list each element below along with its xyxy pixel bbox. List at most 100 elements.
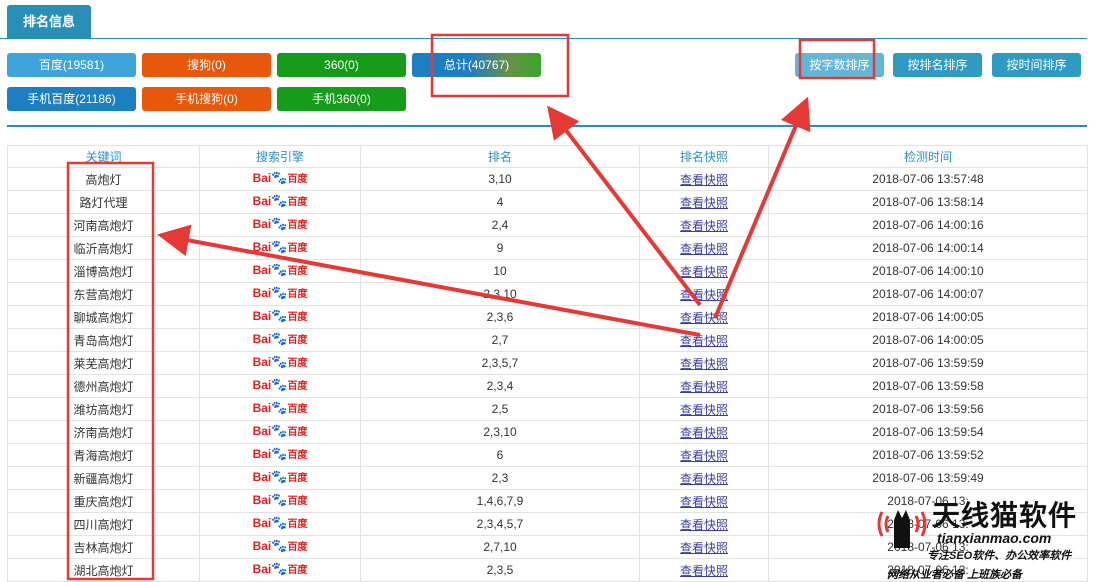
check-time-cell: 2018-07-06 14:00:05 <box>768 305 1088 329</box>
keyword-cell: 临沂高炮灯 <box>7 236 200 260</box>
view-snapshot-link[interactable]: 查看快照 <box>680 357 728 371</box>
keyword-cell: 河南高炮灯 <box>7 213 200 237</box>
engine-cell: Bai🐾百度 <box>199 213 361 237</box>
baidu-logo-icon: Bai🐾百度 <box>252 561 308 577</box>
engine-cell: Bai🐾百度 <box>199 282 361 306</box>
engine-cell: Bai🐾百度 <box>199 236 361 260</box>
check-time-cell: 2018-07-06 14:00:14 <box>768 236 1088 260</box>
snapshot-cell: 查看快照 <box>639 512 769 536</box>
engine-cell: Bai🐾百度 <box>199 190 361 214</box>
view-snapshot-link[interactable]: 查看快照 <box>680 173 728 187</box>
check-time-cell: 2018-07-06 14:00:10 <box>768 259 1088 283</box>
engine-cell: Bai🐾百度 <box>199 397 361 421</box>
view-snapshot-link[interactable]: 查看快照 <box>680 518 728 532</box>
view-snapshot-link[interactable]: 查看快照 <box>680 403 728 417</box>
table-row: 路灯代理 Bai🐾百度 4 查看快照 2018-07-06 13:58:14 <box>7 190 1088 214</box>
table-row: 高炮灯 Bai🐾百度 3,10 查看快照 2018-07-06 13:57:48 <box>7 167 1088 191</box>
baidu-logo-icon: Bai🐾百度 <box>252 515 308 531</box>
filter-360-button[interactable]: 360(0) <box>277 53 406 77</box>
filter-mobile-sogou-button[interactable]: 手机搜狗(0) <box>142 87 271 111</box>
baidu-logo-icon: Bai🐾百度 <box>252 423 308 439</box>
baidu-logo-icon: Bai🐾百度 <box>252 216 308 232</box>
keyword-cell: 青岛高炮灯 <box>7 328 200 352</box>
rank-cell: 2,3,6 <box>360 305 640 329</box>
engine-cell: Bai🐾百度 <box>199 558 361 582</box>
baidu-logo-icon: Bai🐾百度 <box>252 331 308 347</box>
view-snapshot-link[interactable]: 查看快照 <box>680 242 728 256</box>
snapshot-cell: 查看快照 <box>639 259 769 283</box>
view-snapshot-link[interactable]: 查看快照 <box>680 196 728 210</box>
table-row: 聊城高炮灯 Bai🐾百度 2,3,6 查看快照 2018-07-06 14:00:05 <box>7 305 1088 329</box>
snapshot-cell: 查看快照 <box>639 305 769 329</box>
check-time-cell: 2018-07-06 13:59:52 <box>768 443 1088 467</box>
rank-cell: 2,5 <box>360 397 640 421</box>
snapshot-cell: 查看快照 <box>639 374 769 398</box>
baidu-logo-icon: Bai🐾百度 <box>252 308 308 324</box>
keyword-cell: 路灯代理 <box>7 190 200 214</box>
keyword-cell: 吉林高炮灯 <box>7 535 200 559</box>
keyword-cell: 重庆高炮灯 <box>7 489 200 513</box>
keyword-cell: 青海高炮灯 <box>7 443 200 467</box>
filter-mobile-360-button[interactable]: 手机360(0) <box>277 87 406 111</box>
antenna-cat-icon <box>877 510 927 548</box>
check-time-cell: 2018-07-06 13:59:56 <box>768 397 1088 421</box>
view-snapshot-link[interactable]: 查看快照 <box>680 472 728 486</box>
view-snapshot-link[interactable]: 查看快照 <box>680 564 728 578</box>
view-snapshot-link[interactable]: 查看快照 <box>680 495 728 509</box>
engine-cell: Bai🐾百度 <box>199 351 361 375</box>
engine-cell: Bai🐾百度 <box>199 489 361 513</box>
snapshot-cell: 查看快照 <box>639 282 769 306</box>
filter-baidu-button[interactable]: 百度(19581) <box>7 53 136 77</box>
rank-cell: 2,3,10 <box>360 282 640 306</box>
snapshot-cell: 查看快照 <box>639 190 769 214</box>
check-time-cell: 2018-07-06 14:00:16 <box>768 213 1088 237</box>
baidu-logo-icon: Bai🐾百度 <box>252 170 308 186</box>
tab-ranking-info[interactable]: 排名信息 <box>7 5 91 39</box>
section-divider <box>7 125 1087 127</box>
engine-cell: Bai🐾百度 <box>199 328 361 352</box>
engine-cell: Bai🐾百度 <box>199 167 361 191</box>
sort-by-time-button[interactable]: 按时间排序 <box>992 53 1081 77</box>
baidu-logo-icon: Bai🐾百度 <box>252 400 308 416</box>
check-time-cell: 2018-07-06 13:57:48 <box>768 167 1088 191</box>
engine-cell: Bai🐾百度 <box>199 259 361 283</box>
filter-sogou-button[interactable]: 搜狗(0) <box>142 53 271 77</box>
snapshot-cell: 查看快照 <box>639 397 769 421</box>
rank-cell: 2,3,10 <box>360 420 640 444</box>
engine-cell: Bai🐾百度 <box>199 466 361 490</box>
header-keyword: 关键词 <box>7 145 200 168</box>
table-row: 东营高炮灯 Bai🐾百度 2,3,10 查看快照 2018-07-06 14:00:07 <box>7 282 1088 306</box>
filter-mobile-baidu-button[interactable]: 手机百度(21186) <box>7 87 136 111</box>
table-row: 新疆高炮灯 Bai🐾百度 2,3 查看快照 2018-07-06 13:59:49 <box>7 466 1088 490</box>
sort-by-rank-button[interactable]: 按排名排序 <box>893 53 982 77</box>
sort-by-length-button[interactable]: 按字数排序 <box>795 53 884 77</box>
view-snapshot-link[interactable]: 查看快照 <box>680 288 728 302</box>
rank-cell: 2,7 <box>360 328 640 352</box>
check-time-cell: 2018-07-06 13:58:14 <box>768 190 1088 214</box>
keyword-cell: 湖北高炮灯 <box>7 558 200 582</box>
view-snapshot-link[interactable]: 查看快照 <box>680 265 728 279</box>
check-time-cell: 2018-07-06 13:59:58 <box>768 374 1088 398</box>
keyword-cell: 新疆高炮灯 <box>7 466 200 490</box>
filter-total-button[interactable]: 总计(40767) <box>412 53 541 77</box>
view-snapshot-link[interactable]: 查看快照 <box>680 219 728 233</box>
header-snapshot: 排名快照 <box>639 145 769 168</box>
keyword-cell: 德州高炮灯 <box>7 374 200 398</box>
baidu-logo-icon: Bai🐾百度 <box>252 538 308 554</box>
view-snapshot-link[interactable]: 查看快照 <box>680 334 728 348</box>
rank-cell: 2,3,5,7 <box>360 351 640 375</box>
snapshot-cell: 查看快照 <box>639 466 769 490</box>
baidu-logo-icon: Bai🐾百度 <box>252 446 308 462</box>
view-snapshot-link[interactable]: 查看快照 <box>680 426 728 440</box>
view-snapshot-link[interactable]: 查看快照 <box>680 380 728 394</box>
view-snapshot-link[interactable]: 查看快照 <box>680 449 728 463</box>
keyword-cell: 东营高炮灯 <box>7 282 200 306</box>
table-header-row: 关键词 搜索引擎 排名 排名快照 检测时间 <box>7 145 1088 168</box>
snapshot-cell: 查看快照 <box>639 443 769 467</box>
view-snapshot-link[interactable]: 查看快照 <box>680 541 728 555</box>
table-row: 德州高炮灯 Bai🐾百度 2,3,4 查看快照 2018-07-06 13:59:58 <box>7 374 1088 398</box>
snapshot-cell: 查看快照 <box>639 236 769 260</box>
view-snapshot-link[interactable]: 查看快照 <box>680 311 728 325</box>
rank-cell: 6 <box>360 443 640 467</box>
snapshot-cell: 查看快照 <box>639 420 769 444</box>
